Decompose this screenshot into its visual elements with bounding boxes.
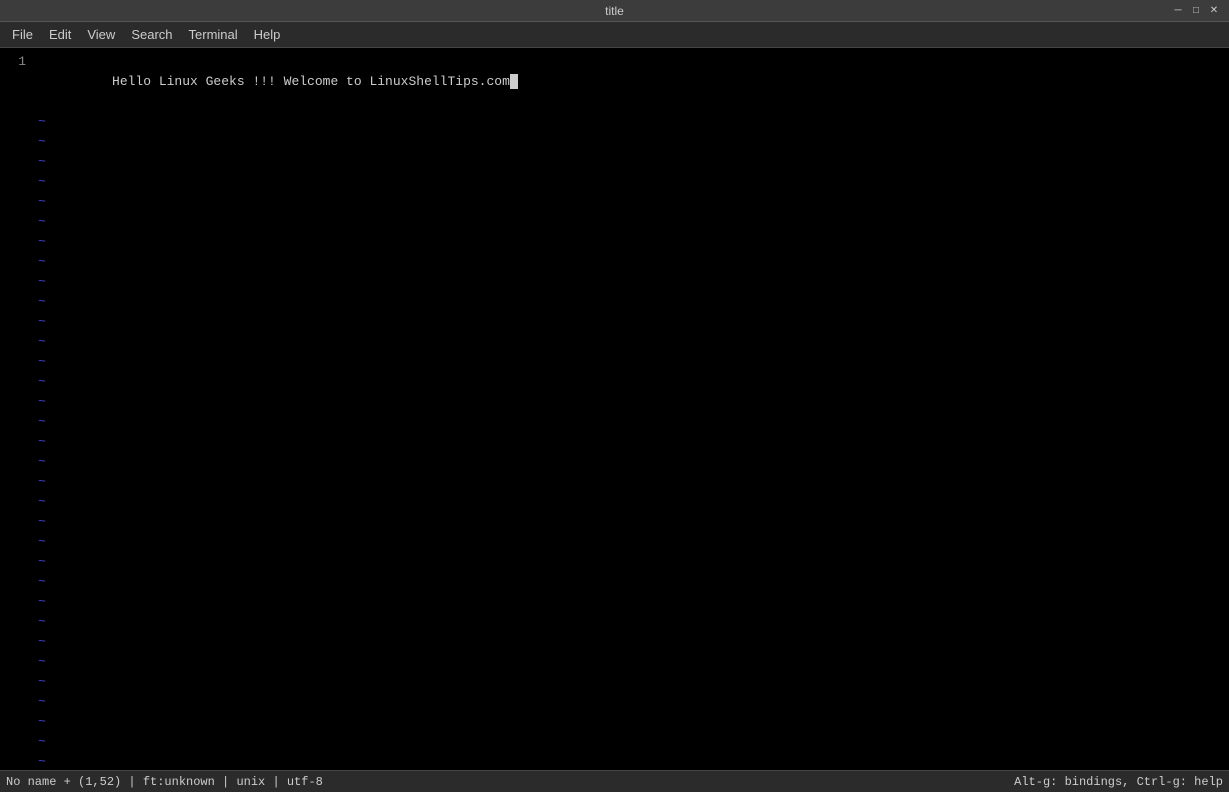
tilde-7: ~ xyxy=(34,232,1225,252)
tilde-8: ~ xyxy=(34,252,1225,272)
tilde-9: ~ xyxy=(34,272,1225,292)
tilde-20: ~ xyxy=(34,492,1225,512)
tilde-13: ~ xyxy=(34,352,1225,372)
maximize-button[interactable]: □ xyxy=(1189,4,1203,18)
title-bar: title ─ □ ✕ xyxy=(0,0,1229,22)
tilde-2: ~ xyxy=(34,132,1225,152)
line-content: Hello Linux Geeks !!! Welcome to LinuxSh… xyxy=(112,74,510,89)
tilde-32: ~ xyxy=(34,732,1225,752)
tilde-25: ~ xyxy=(34,592,1225,612)
menu-bar: File Edit View Search Terminal Help xyxy=(0,22,1229,48)
menu-file[interactable]: File xyxy=(4,24,41,45)
tilde-12: ~ xyxy=(34,332,1225,352)
tilde-14: ~ xyxy=(34,372,1225,392)
status-right: Alt-g: bindings, Ctrl-g: help xyxy=(1014,775,1223,789)
minimize-button[interactable]: ─ xyxy=(1171,4,1185,18)
tilde-31: ~ xyxy=(34,712,1225,732)
status-bar: No name + (1,52) | ft:unknown | unix | u… xyxy=(0,770,1229,792)
editor-content: 1 Hello Linux Geeks !!! Welcome to Linux… xyxy=(0,48,1229,770)
tilde-33: ~ xyxy=(34,752,1225,770)
cursor xyxy=(510,74,518,89)
tilde-4: ~ xyxy=(34,172,1225,192)
menu-search[interactable]: Search xyxy=(123,24,180,45)
line-number-1: 1 xyxy=(4,52,26,72)
menu-edit[interactable]: Edit xyxy=(41,24,79,45)
line-numbers: 1 xyxy=(0,50,30,770)
tilde-29: ~ xyxy=(34,672,1225,692)
window-title: title xyxy=(605,4,624,18)
tilde-21: ~ xyxy=(34,512,1225,532)
tilde-30: ~ xyxy=(34,692,1225,712)
tilde-24: ~ xyxy=(34,572,1225,592)
tilde-28: ~ xyxy=(34,652,1225,672)
tilde-6: ~ xyxy=(34,212,1225,232)
text-area[interactable]: Hello Linux Geeks !!! Welcome to LinuxSh… xyxy=(30,50,1229,770)
tilde-16: ~ xyxy=(34,412,1225,432)
tilde-15: ~ xyxy=(34,392,1225,412)
tilde-27: ~ xyxy=(34,632,1225,652)
tilde-3: ~ xyxy=(34,152,1225,172)
editor-area[interactable]: 1 Hello Linux Geeks !!! Welcome to Linux… xyxy=(0,48,1229,770)
tilde-17: ~ xyxy=(34,432,1225,452)
menu-terminal[interactable]: Terminal xyxy=(181,24,246,45)
window-controls: ─ □ ✕ xyxy=(1171,4,1221,18)
tilde-22: ~ xyxy=(34,532,1225,552)
close-button[interactable]: ✕ xyxy=(1207,4,1221,18)
tilde-5: ~ xyxy=(34,192,1225,212)
text-line-1: Hello Linux Geeks !!! Welcome to LinuxSh… xyxy=(34,52,1225,112)
tilde-lines: ~ ~ ~ ~ ~ ~ ~ ~ ~ ~ ~ ~ ~ ~ ~ ~ ~ xyxy=(34,112,1225,770)
menu-view[interactable]: View xyxy=(79,24,123,45)
terminal-window: title ─ □ ✕ File Edit View Search Termin… xyxy=(0,0,1229,792)
menu-help[interactable]: Help xyxy=(246,24,289,45)
status-left: No name + (1,52) | ft:unknown | unix | u… xyxy=(6,775,323,789)
tilde-23: ~ xyxy=(34,552,1225,572)
tilde-18: ~ xyxy=(34,452,1225,472)
tilde-10: ~ xyxy=(34,292,1225,312)
tilde-26: ~ xyxy=(34,612,1225,632)
tilde-19: ~ xyxy=(34,472,1225,492)
tilde-11: ~ xyxy=(34,312,1225,332)
tilde-1: ~ xyxy=(34,112,1225,132)
